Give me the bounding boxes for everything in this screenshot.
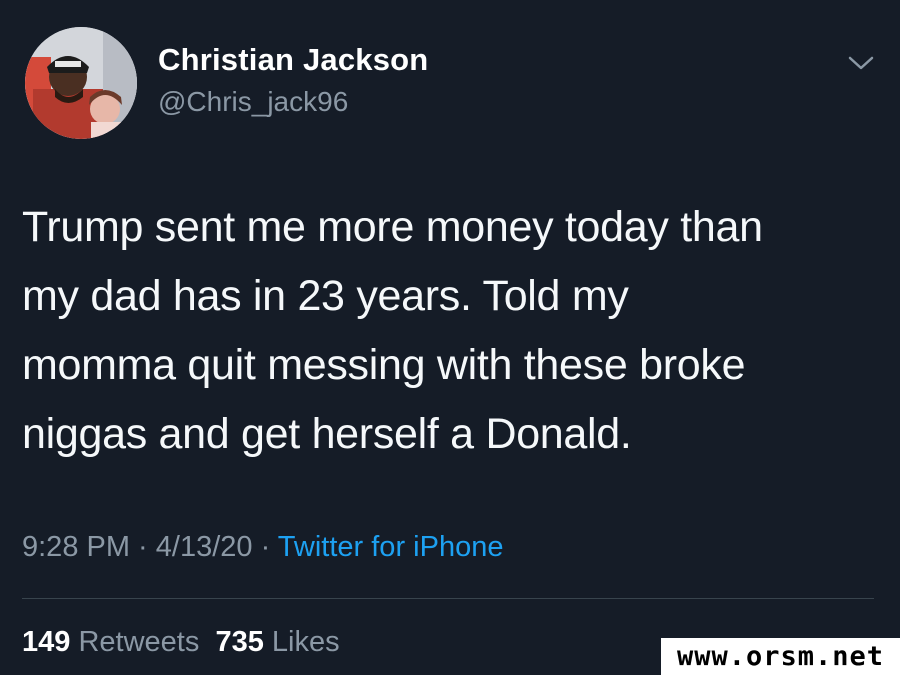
likes-label: Likes: [271, 626, 340, 658]
tweet-text-line: niggas and get herself a Donald.: [22, 410, 632, 458]
likes-count: 735: [215, 626, 264, 658]
tweet-card: Christian Jackson @Chris_jack96 Trump se…: [0, 0, 900, 675]
tweet-date[interactable]: 4/13/20: [156, 531, 253, 563]
tweet-time[interactable]: 9:28 PM: [22, 531, 130, 563]
chevron-down-icon[interactable]: [846, 52, 876, 74]
divider: [22, 598, 874, 599]
likes-stat[interactable]: 735 Likes: [215, 626, 339, 658]
tweet-text-line: momma quit messing with these broke: [22, 341, 746, 389]
meta-separator: ·: [252, 531, 278, 563]
tweet-source-link[interactable]: Twitter for iPhone: [278, 531, 504, 563]
retweets-label: Retweets: [78, 626, 200, 658]
retweets-count: 149: [22, 626, 71, 658]
tweet-text-line: my dad has in 23 years. Told my: [22, 272, 629, 320]
retweets-stat[interactable]: 149 Retweets: [22, 626, 199, 658]
meta-separator: ·: [130, 531, 156, 563]
watermark: www.orsm.net: [661, 638, 900, 675]
author-handle[interactable]: @Chris_jack96: [158, 86, 348, 118]
author-display-name[interactable]: Christian Jackson: [158, 42, 428, 78]
avatar[interactable]: [25, 27, 137, 139]
tweet-text-line: Trump sent me more money today than: [22, 203, 763, 251]
tweet-stats: 149 Retweets 735 Likes: [22, 626, 340, 659]
tweet-text: Trump sent me more money today than my d…: [22, 193, 882, 469]
tweet-metadata: 9:28 PM · 4/13/20 · Twitter for iPhone: [22, 531, 503, 564]
